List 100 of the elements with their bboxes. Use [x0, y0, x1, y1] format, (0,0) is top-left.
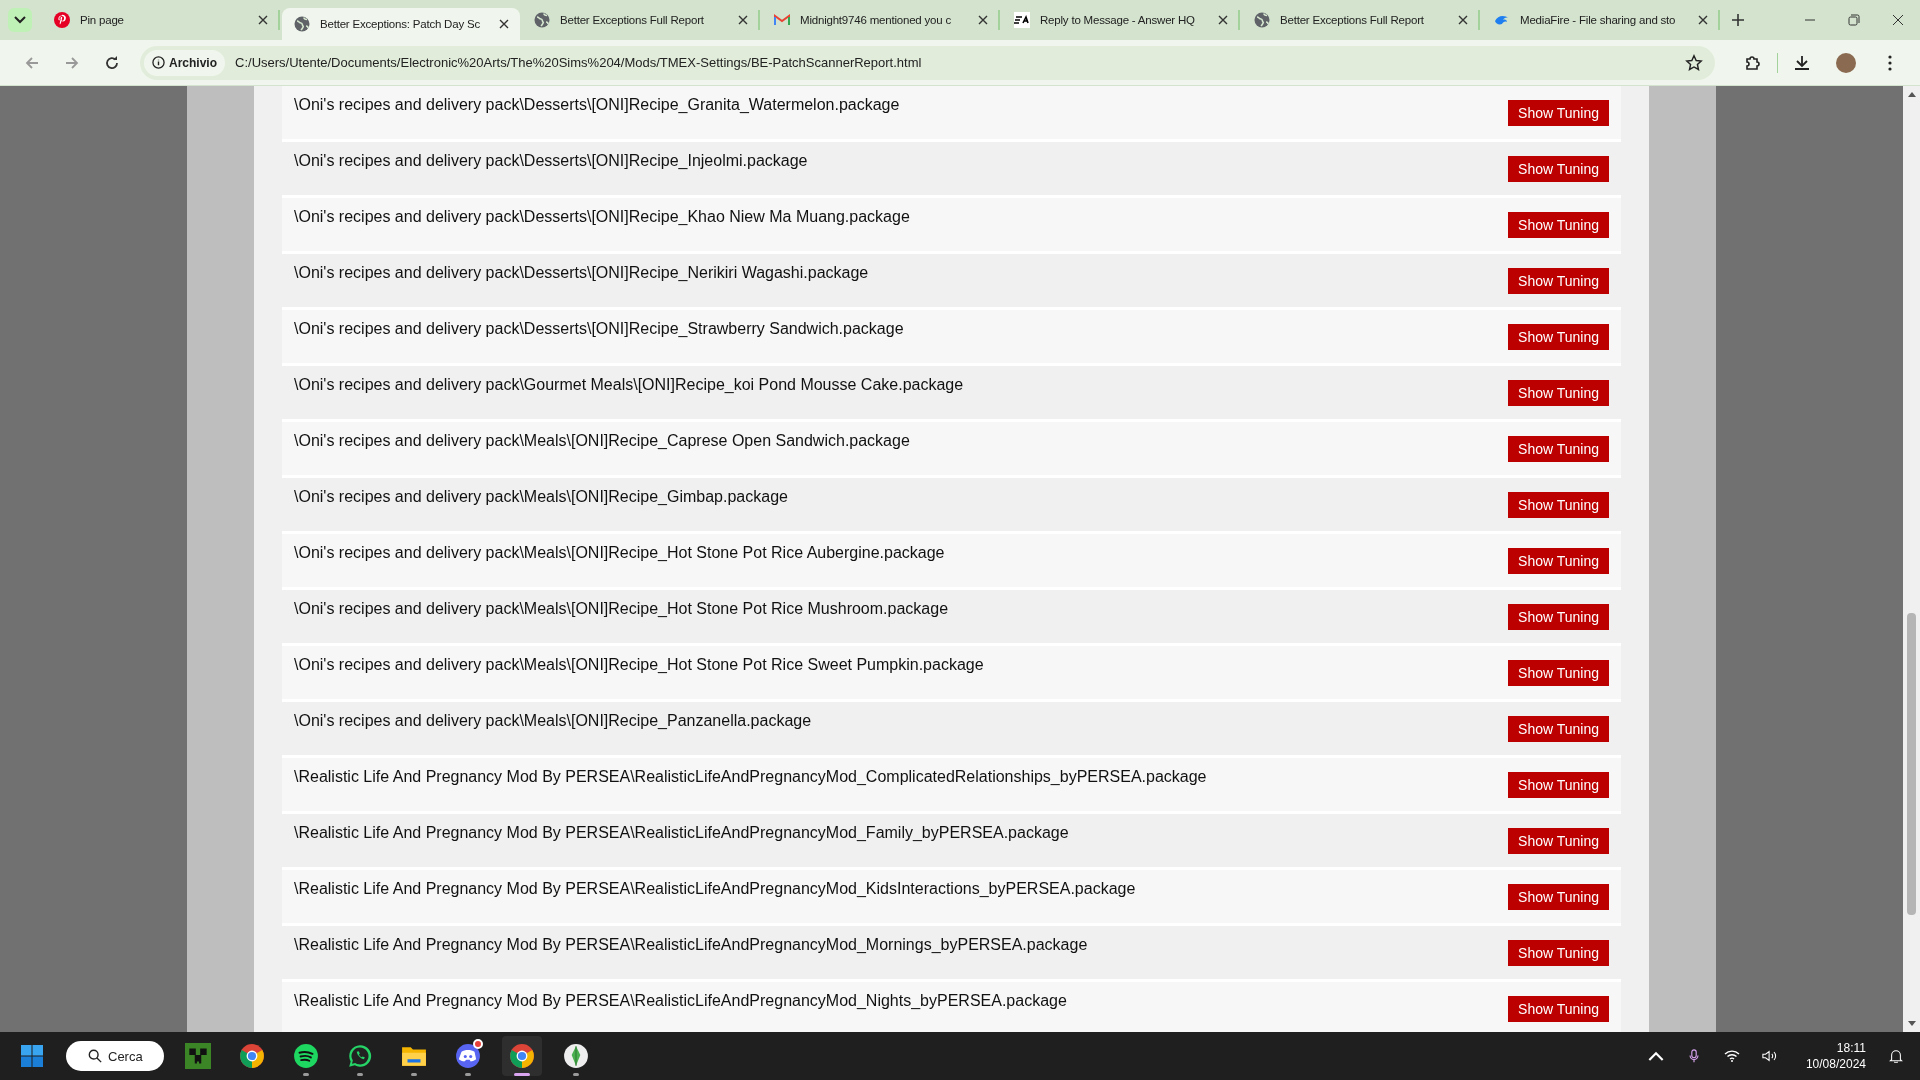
chip-label: Archivio: [169, 55, 217, 70]
close-icon[interactable]: [978, 15, 988, 25]
browser-tab[interactable]: MediaFire - File sharing and sto: [1482, 10, 1720, 30]
running-indicator: [514, 1073, 530, 1076]
info-icon: [152, 56, 165, 69]
taskbar-search[interactable]: Cerca: [66, 1041, 164, 1071]
notification-dot: [473, 1039, 483, 1049]
show-tuning-button[interactable]: Show Tuning: [1508, 212, 1609, 238]
game-controller-face-icon: [455, 1043, 481, 1069]
show-tuning-button[interactable]: Show Tuning: [1508, 436, 1609, 462]
package-path: \Oni's recipes and delivery pack\Meals\[ONI]Recipe_Gimbap.package: [294, 488, 788, 506]
package-path: \Oni's recipes and delivery pack\Meals\[ONI]Recipe_Panzanella.package: [294, 712, 812, 730]
tab-title: Reply to Message - Answer HQ: [1040, 14, 1196, 26]
show-tuning-button[interactable]: Show Tuning: [1508, 940, 1609, 966]
start-icon[interactable]: [20, 1044, 44, 1068]
tab-title: Better Exceptions: Patch Day Sc: [320, 18, 481, 30]
package-path: \Oni's recipes and delivery pack\Meals\[ONI]Recipe_Hot Stone Pot Rice Mushroom.package: [294, 600, 949, 618]
creeper-face-icon: [185, 1043, 211, 1069]
pin-logo-icon: [54, 12, 70, 28]
close-icon[interactable]: [1458, 15, 1468, 25]
wifi-icon[interactable]: [1723, 1049, 1740, 1063]
mail-m-icon: [774, 12, 790, 28]
running-indicator: [411, 1073, 417, 1076]
package-path: \Oni's recipes and delivery pack\Desserts\[ONI]Recipe_Strawberry Sandwich.package: [294, 320, 904, 338]
address-bar[interactable]: Archivio C:/Users/Utente/Documents/Electronic%20Arts/The%20Sims%204/Mods/TMEX-Settings/BE-PatchScannerReport.html: [140, 45, 1715, 80]
show-tuning-button[interactable]: Show Tuning: [1508, 100, 1609, 126]
show-tuning-button[interactable]: Show Tuning: [1508, 828, 1609, 854]
tab-title: MediaFire - File sharing and sto: [1520, 14, 1677, 26]
show-tuning-button[interactable]: Show Tuning: [1508, 884, 1609, 910]
search-label: Cerca: [108, 1048, 143, 1064]
chevron-down-icon: [14, 16, 26, 24]
package-path: \Oni's recipes and delivery pack\Desserts\[ONI]Recipe_Nerikiri Wagashi.package: [294, 264, 869, 282]
tab-title: Better Exceptions Full Report: [560, 14, 705, 26]
show-tuning-button[interactable]: Show Tuning: [1508, 268, 1609, 294]
clock-date: 10/08/2024: [1805, 1056, 1866, 1072]
chevron-up-icon[interactable]: [1647, 1049, 1664, 1063]
tab-title: Midnight9746 mentioned you c: [800, 14, 953, 26]
package-path: \Realistic Life And Pregnancy Mod By PERSEA\RealisticLifeAndPregnancyMod_Mornings_byPERSEA.package: [294, 936, 1088, 954]
package-path: \Oni's recipes and delivery pack\Meals\[ONI]Recipe_Caprese Open Sandwich.package: [294, 432, 910, 450]
browser-tab[interactable]: Reply to Message - Answer HQ: [1002, 10, 1240, 30]
show-tuning-button[interactable]: Show Tuning: [1508, 324, 1609, 350]
tab-search-button[interactable]: [8, 8, 32, 32]
close-icon[interactable]: [258, 15, 268, 25]
globe-icon: [534, 12, 550, 28]
globe-icon: [294, 16, 310, 32]
show-tuning-button[interactable]: Show Tuning: [1508, 772, 1609, 798]
package-path: \Oni's recipes and delivery pack\Desserts\[ONI]Recipe_Granita_Watermelon.package: [294, 96, 900, 114]
package-path: \Oni's recipes and delivery pack\Desserts\[ONI]Recipe_Khao Niew Ma Muang.package: [294, 208, 910, 226]
close-icon[interactable]: [738, 15, 748, 25]
scroll-up-arrow-icon[interactable]: [1907, 92, 1916, 97]
browser-tab[interactable]: Better Exceptions Full Report: [522, 10, 760, 30]
new-tab-icon[interactable]: [1732, 14, 1744, 26]
chrome-icon: [239, 1043, 265, 1069]
show-tuning-button[interactable]: Show Tuning: [1508, 604, 1609, 630]
close-icon[interactable]: [1892, 14, 1904, 26]
package-path: \Realistic Life And Pregnancy Mod By PERSEA\RealisticLifeAndPregnancyMod_KidsInteractions_byPERSEA.package: [294, 880, 1136, 898]
close-icon[interactable]: [1218, 15, 1228, 25]
restore-icon[interactable]: [1848, 14, 1860, 26]
browser-tab[interactable]: Better Exceptions Full Report: [1242, 10, 1480, 30]
url-text: C:/Users/Utente/Documents/Electronic%20Arts/The%20Sims%204/Mods/TMEX-Settings/BE-PatchScannerReport.html: [235, 55, 922, 70]
scrollbar-thumb[interactable]: [1907, 613, 1916, 915]
running-indicator: [573, 1073, 579, 1076]
package-path: \Oni's recipes and delivery pack\Desserts\[ONI]Recipe_Injeolmi.package: [294, 152, 808, 170]
show-tuning-button[interactable]: Show Tuning: [1508, 380, 1609, 406]
running-indicator: [357, 1073, 363, 1076]
globe-icon: [1254, 12, 1270, 28]
plumbob-icon: [563, 1043, 589, 1069]
close-icon[interactable]: [499, 19, 509, 29]
profile-avatar[interactable]: [1836, 52, 1856, 73]
package-path: \Realistic Life And Pregnancy Mod By PERSEA\RealisticLifeAndPregnancyMod_Family_byPERSEA.package: [294, 824, 1069, 842]
scroll-down-arrow-icon[interactable]: [1907, 1021, 1916, 1026]
show-tuning-button[interactable]: Show Tuning: [1508, 716, 1609, 742]
ea-logo-icon: [1014, 12, 1030, 28]
show-tuning-button[interactable]: Show Tuning: [1508, 156, 1609, 182]
running-indicator: [465, 1073, 471, 1076]
clock-time: 18:11: [1836, 1040, 1866, 1056]
phone-bubble-icon: [347, 1043, 373, 1069]
star-icon[interactable]: [1685, 53, 1703, 72]
chrome-icon: [509, 1043, 535, 1069]
running-indicator: [303, 1073, 309, 1076]
speaker-icon[interactable]: [1761, 1049, 1778, 1063]
taskbar-app[interactable]: [502, 1036, 542, 1076]
show-tuning-button[interactable]: Show Tuning: [1508, 660, 1609, 686]
browser-tab[interactable]: Better Exceptions: Patch Day Sc: [282, 8, 520, 40]
package-path: \Realistic Life And Pregnancy Mod By PERSEA\RealisticLifeAndPregnancyMod_Nights_byPERSEA.package: [294, 992, 1067, 1010]
sound-waves-icon: [293, 1043, 319, 1069]
show-tuning-button[interactable]: Show Tuning: [1508, 548, 1609, 574]
package-path: \Oni's recipes and delivery pack\Meals\[ONI]Recipe_Hot Stone Pot Rice Sweet Pumpkin.package: [294, 656, 984, 674]
show-tuning-button[interactable]: Show Tuning: [1508, 492, 1609, 518]
bell-icon[interactable]: [1888, 1049, 1904, 1063]
package-path: \Realistic Life And Pregnancy Mod By PERSEA\RealisticLifeAndPregnancyMod_ComplicatedRelationships_byPERSEA.package: [294, 768, 1207, 786]
package-path: \Oni's recipes and delivery pack\Meals\[ONI]Recipe_Hot Stone Pot Rice Aubergine.package: [294, 544, 945, 562]
browser-tab[interactable]: Midnight9746 mentioned you c: [762, 10, 1000, 30]
browser-tab[interactable]: Pin page: [42, 10, 280, 30]
tab-title: Pin page: [80, 14, 125, 26]
show-tuning-button[interactable]: Show Tuning: [1508, 996, 1609, 1022]
search-icon: [88, 1049, 102, 1063]
file-info-chip[interactable]: Archivio: [144, 49, 225, 76]
close-icon[interactable]: [1698, 15, 1708, 25]
package-path: \Oni's recipes and delivery pack\Gourmet Meals\[ONI]Recipe_koi Pond Mousse Cake.package: [294, 376, 964, 394]
